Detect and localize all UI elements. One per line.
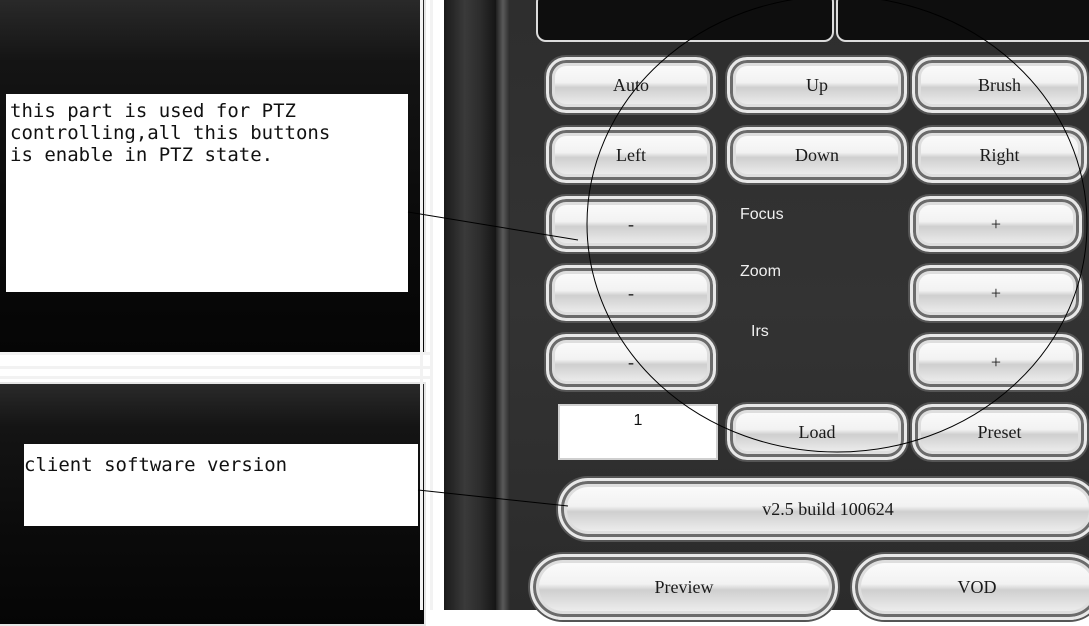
ptz-right-label: Right: [979, 144, 1020, 165]
panel-splitter-edge: [496, 0, 510, 610]
zoom-plus-label: +: [990, 282, 1002, 303]
focus-plus-label: +: [990, 213, 1002, 234]
preview-label: Preview: [654, 576, 714, 597]
top-display-right: [836, 0, 1089, 42]
ptz-down-label: Down: [795, 144, 839, 165]
preset-set-button[interactable]: Preset: [912, 404, 1087, 460]
pane-divider: [0, 352, 433, 355]
ptz-annotation-note: this part is used for PTZ controlling,al…: [6, 94, 408, 292]
pane-divider: [430, 0, 433, 610]
preset-set-label: Preset: [977, 421, 1022, 442]
focus-minus-button[interactable]: -: [546, 196, 716, 252]
ptz-up-label: Up: [806, 74, 828, 95]
ptz-auto-label: Auto: [613, 74, 649, 95]
preview-button[interactable]: Preview: [530, 554, 838, 620]
vod-button[interactable]: VOD: [852, 554, 1089, 620]
preset-number-input[interactable]: 1: [558, 404, 718, 460]
iris-minus-button[interactable]: -: [546, 334, 716, 390]
vod-label: VOD: [957, 576, 997, 597]
zoom-label: Zoom: [740, 263, 781, 280]
iris-label: Irs: [751, 323, 769, 340]
ptz-brush-label: Brush: [977, 74, 1021, 95]
ptz-brush-button[interactable]: Brush: [912, 57, 1087, 113]
pane-divider: [420, 0, 423, 610]
zoom-plus-button[interactable]: +: [910, 265, 1082, 321]
preset-load-button[interactable]: Load: [727, 404, 907, 460]
zoom-minus-label: -: [628, 282, 634, 303]
pane-divider: [0, 376, 433, 379]
version-annotation-note: client software version: [24, 444, 418, 526]
ptz-down-button[interactable]: Down: [727, 127, 907, 183]
iris-plus-button[interactable]: +: [910, 334, 1082, 390]
iris-minus-label: -: [628, 351, 634, 372]
version-text: v2.5 build 100624: [762, 498, 894, 519]
pane-divider: [0, 366, 433, 369]
version-display: v2.5 build 100624: [558, 478, 1089, 540]
iris-plus-label: +: [990, 351, 1002, 372]
top-display-left: [536, 0, 834, 42]
focus-minus-label: -: [628, 213, 634, 234]
ptz-up-button[interactable]: Up: [727, 57, 907, 113]
focus-label: Focus: [740, 206, 784, 223]
ptz-left-label: Left: [616, 144, 646, 165]
zoom-minus-button[interactable]: -: [546, 265, 716, 321]
ptz-auto-button[interactable]: Auto: [546, 57, 716, 113]
preset-load-label: Load: [798, 421, 836, 442]
panel-splitter: [444, 0, 496, 610]
ptz-right-button[interactable]: Right: [912, 127, 1087, 183]
ptz-left-button[interactable]: Left: [546, 127, 716, 183]
focus-plus-button[interactable]: +: [910, 196, 1082, 252]
